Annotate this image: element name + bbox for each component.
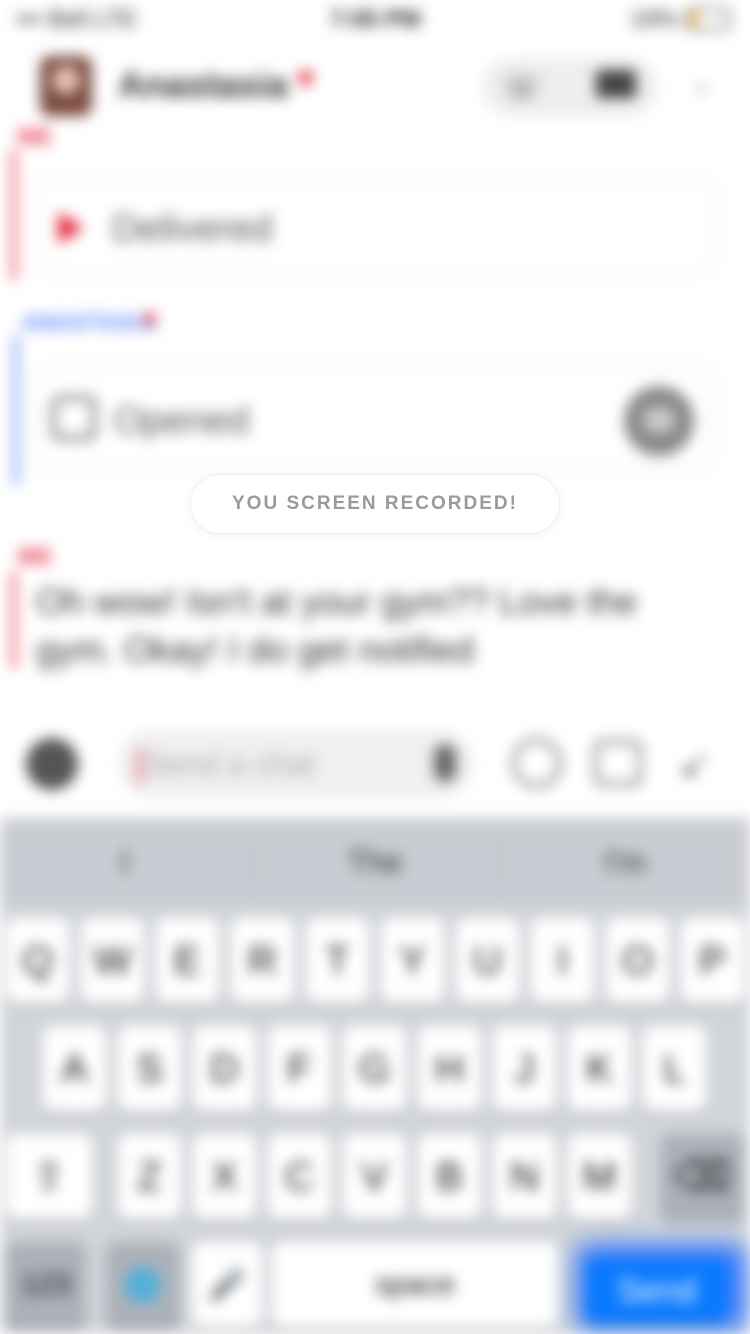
key-s[interactable]: S <box>118 1026 181 1112</box>
key-a[interactable]: A <box>43 1026 106 1112</box>
key-i[interactable]: I <box>531 918 594 1004</box>
prediction-2[interactable]: The <box>250 844 500 881</box>
send-key[interactable]: Send <box>586 1258 728 1324</box>
input-bar: ➹ <box>0 712 750 818</box>
key-u[interactable]: U <box>456 918 519 1004</box>
heart-emoji: ♥ <box>296 60 315 96</box>
contact-name[interactable]: Anastasia <box>118 64 288 106</box>
chat-input[interactable] <box>118 730 474 798</box>
battery-icon <box>686 8 730 30</box>
key-l[interactable]: L <box>643 1026 706 1112</box>
key-k[interactable]: K <box>568 1026 631 1112</box>
key-x[interactable]: X <box>193 1134 256 1220</box>
video-icon[interactable] <box>596 70 636 98</box>
globe-key[interactable]: 🌐 <box>106 1242 180 1328</box>
status-bar: ••• Bell LTE 7:05 PM 19% <box>0 0 750 40</box>
space-key[interactable]: space <box>272 1242 558 1328</box>
sticker-icon[interactable] <box>594 740 642 786</box>
key-t[interactable]: T <box>306 918 369 1004</box>
prediction-bar: I The I'm <box>0 818 750 906</box>
dictation-key[interactable]: 🎤 <box>192 1242 262 1328</box>
key-z[interactable]: Z <box>118 1134 181 1220</box>
sender-label-friend: ANASTASIA <box>22 310 158 335</box>
phone-icon[interactable]: ☏ <box>502 68 542 106</box>
screen-recorded-notice: YOU SCREEN RECORDED! <box>190 474 560 534</box>
key-m[interactable]: M <box>568 1134 631 1220</box>
camera-icon[interactable] <box>26 738 78 790</box>
avatar[interactable] <box>40 56 92 116</box>
key-q[interactable]: Q <box>6 918 69 1004</box>
message-text: Oh wow! Isn't at your gym?? Love the gym… <box>36 581 638 670</box>
mic-icon[interactable] <box>434 744 456 782</box>
battery-fill <box>690 12 697 26</box>
rocket-icon[interactable]: ➹ <box>678 742 712 788</box>
key-w[interactable]: W <box>81 918 144 1004</box>
key-o[interactable]: O <box>606 918 669 1004</box>
key-e[interactable]: E <box>156 918 219 1004</box>
heart-emoji-small: ♥ <box>142 304 158 334</box>
carrier-label: ••• Bell LTE <box>16 6 137 33</box>
emoji-icon[interactable] <box>512 738 562 788</box>
sender-label-me: ME <box>18 544 53 569</box>
key-g[interactable]: G <box>343 1026 406 1112</box>
backspace-key[interactable]: ⌫ <box>660 1134 744 1220</box>
key-d[interactable]: D <box>193 1026 256 1112</box>
key-v[interactable]: V <box>343 1134 406 1220</box>
sender-bar <box>12 150 16 280</box>
blurred-layer: ••• Bell LTE 7:05 PM 19% Anastasia ♥ ☏ ›… <box>0 0 750 1334</box>
key-n[interactable]: N <box>493 1134 556 1220</box>
key-y[interactable]: Y <box>381 918 444 1004</box>
red-arrow-icon <box>58 212 84 244</box>
key-j[interactable]: J <box>493 1026 556 1112</box>
opened-status: Opened <box>114 400 250 442</box>
chat-header: Anastasia ♥ ☏ › <box>0 40 750 130</box>
numbers-key[interactable]: 123 <box>6 1242 86 1328</box>
prediction-3[interactable]: I'm <box>500 844 750 881</box>
key-b[interactable]: B <box>418 1134 481 1220</box>
more-icon[interactable]: › <box>696 68 707 107</box>
screen: ••• Bell LTE 7:05 PM 19% Anastasia ♥ ☏ ›… <box>0 0 750 1334</box>
replay-icon[interactable] <box>624 386 694 456</box>
battery-percent: 19% <box>629 6 678 33</box>
shift-key[interactable]: ⇧ <box>6 1134 92 1220</box>
key-f[interactable]: F <box>268 1026 331 1112</box>
clock: 7:05 PM <box>330 6 421 33</box>
sender-bar <box>14 336 18 486</box>
opened-square-icon <box>52 396 96 440</box>
key-p[interactable]: P <box>681 918 744 1004</box>
sender-label-me: ME <box>18 124 53 149</box>
prediction-1[interactable]: I <box>0 844 250 881</box>
sender-bar <box>12 572 16 668</box>
key-c[interactable]: C <box>268 1134 331 1220</box>
key-r[interactable]: R <box>231 918 294 1004</box>
text-cursor <box>138 748 141 784</box>
key-h[interactable]: H <box>418 1026 481 1112</box>
delivered-status: Delivered <box>112 208 273 250</box>
